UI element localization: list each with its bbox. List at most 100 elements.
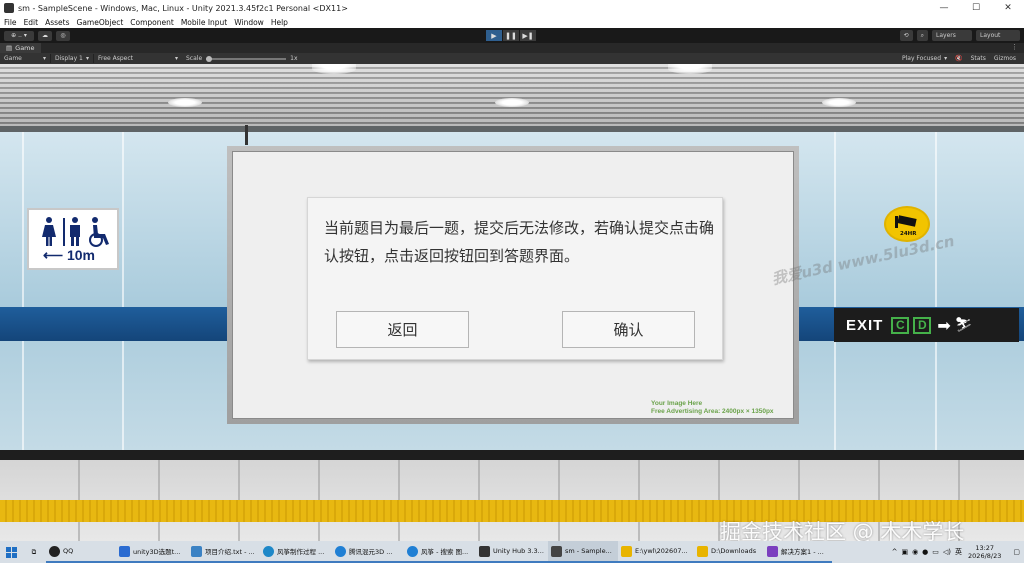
account-dropdown[interactable]: ⊕ .. ▾ (4, 30, 34, 41)
restroom-icon (42, 217, 109, 247)
taskbar-item-label: sm - Sample... (565, 547, 612, 555)
tray-app-icon[interactable]: ◉ (912, 548, 918, 556)
taskbar-item-unity-editor[interactable]: sm - Sample... (548, 541, 618, 563)
game-mode-dropdown[interactable]: Game ▾ (0, 55, 50, 62)
taskbar-item-edge-1[interactable]: 风筝制作过程 ... (260, 541, 332, 563)
display-dropdown[interactable]: Display 1 ▾ (51, 55, 93, 62)
edge-icon (335, 545, 346, 557)
aspect-value: Free Aspect (98, 55, 134, 62)
taskbar-item-unity-hub[interactable]: Unity Hub 3.3... (476, 541, 548, 563)
taskbar-item-label: 项目介绍.txt - ... (205, 548, 255, 556)
taskbar-item-edge-3[interactable]: 风筝 - 搜索 图... (404, 541, 476, 563)
ime-indicator[interactable]: 英 (955, 547, 962, 557)
menu-help[interactable]: Help (271, 18, 288, 27)
arrow-left-icon: ⟵ (43, 247, 64, 263)
download-folder-icon (697, 545, 708, 557)
menu-gameobject[interactable]: GameObject (77, 18, 124, 27)
scale-control: Scale 1x (182, 55, 302, 62)
tab-menu-icon[interactable]: ⋮ (1011, 43, 1018, 51)
taskbar-item-explorer-2[interactable]: D:\Downloads (694, 541, 764, 563)
gizmos-dropdown[interactable]: Gizmos (990, 55, 1020, 62)
taskbar-item-edge-2[interactable]: 腾讯混元3D ... (332, 541, 404, 563)
menu-window[interactable]: Window (234, 18, 264, 27)
network-icon[interactable]: ▭ (932, 548, 939, 556)
volume-icon[interactable]: ◁) (943, 548, 951, 556)
aspect-dropdown[interactable]: Free Aspect ▾ (94, 55, 182, 62)
chevron-down-icon: ▾ (85, 55, 89, 62)
notification-icon[interactable]: ▢ (1013, 548, 1020, 556)
system-tray: ^ ▣ ◉ ● ▭ ◁) 英 13:27 2026/8/23 ▢ (888, 541, 1024, 563)
minimize-button[interactable]: — (928, 0, 960, 16)
title-bar: sm - SampleScene - Windows, Mac, Linux -… (0, 0, 1024, 16)
display-value: Display 1 (55, 55, 83, 62)
clock[interactable]: 13:27 2026/8/23 (968, 544, 1001, 560)
ceiling-shade (0, 64, 1024, 126)
taskbar-item-word-doc[interactable]: unity3D选题t... (116, 541, 188, 563)
stats-button[interactable]: Stats (967, 55, 990, 62)
confirm-button[interactable]: 确认 (562, 311, 695, 348)
chevron-up-icon[interactable]: ^ (892, 548, 898, 556)
menu-component[interactable]: Component (130, 18, 174, 27)
task-view-button[interactable]: ⧉ (22, 541, 46, 563)
taskbar-item-visual-studio[interactable]: 解决方案1 - ... (764, 541, 832, 563)
pause-button[interactable]: ❚❚ (503, 30, 519, 41)
maximize-button[interactable]: ☐ (960, 0, 992, 16)
taskbar-item-notepad[interactable]: 项目介绍.txt - ... (188, 541, 260, 563)
folder-icon (621, 545, 632, 557)
wall-seam (122, 132, 124, 450)
back-button[interactable]: 返回 (336, 311, 469, 348)
restroom-distance: ⟵ 10m (43, 247, 95, 264)
step-button[interactable]: ▶❚ (520, 30, 536, 41)
clock-date: 2026/8/23 (968, 552, 1002, 560)
menu-mobile-input[interactable]: Mobile Input (181, 18, 227, 27)
close-button[interactable]: ✕ (992, 0, 1024, 16)
restroom-sign: ⟵ 10m (27, 208, 119, 270)
chevron-down-icon: ▾ (42, 55, 46, 62)
play-focused-dropdown[interactable]: Play Focused ▾ (898, 55, 951, 62)
tray-app-icon[interactable]: ▣ (901, 548, 908, 556)
play-controls: ▶ ❚❚ ▶❚ (486, 30, 537, 41)
history-icon[interactable]: ⟲ (899, 30, 913, 41)
ad-line-2: Free Advertising Area: 2400px × 1350px (651, 408, 774, 415)
unity-logo-icon (4, 3, 14, 13)
taskbar-item-qq[interactable]: QQ (46, 541, 116, 563)
notepad-icon (191, 545, 202, 557)
wall-seam (935, 132, 937, 450)
tab-game[interactable]: ▤ Game (0, 43, 41, 53)
chevron-down-icon: ▾ (174, 55, 178, 62)
window-title: sm - SampleScene - Windows, Mac, Linux -… (18, 3, 348, 13)
game-view[interactable]: ⟵ 10m 24HR EXIT C D ➡ ⛷ Your Image Here … (0, 64, 1024, 541)
juejin-watermark: 掘金技术社区 @ 木木学长 (720, 520, 965, 541)
ceiling-lamp (495, 98, 529, 107)
game-tab-bar: ▤ Game ⋮ (0, 43, 1024, 53)
taskbar-item-label: Unity Hub 3.3... (493, 547, 544, 555)
menu-edit[interactable]: Edit (24, 18, 39, 27)
play-button[interactable]: ▶ (486, 30, 502, 41)
layout-dropdown[interactable]: Layout (976, 30, 1020, 41)
edge-icon (263, 545, 274, 557)
exit-letter-c: C (891, 316, 910, 334)
menu-assets[interactable]: Assets (45, 18, 69, 27)
exit-letter-d: D (913, 316, 932, 334)
game-view-toolbar: Game ▾ Display 1 ▾ Free Aspect ▾ Scale 1… (0, 53, 1024, 64)
start-button[interactable] (0, 541, 22, 563)
taskbar-item-explorer-1[interactable]: E:\ywl\202607... (618, 541, 694, 563)
wall-seam (834, 132, 836, 450)
floor-beam (0, 450, 1024, 460)
tray-app-icon[interactable]: ● (922, 548, 928, 556)
ceiling-light (312, 64, 356, 74)
scale-slider[interactable] (206, 55, 287, 62)
search-icon[interactable]: ⌕ (916, 30, 928, 41)
cloud-icon[interactable]: ☁ (38, 30, 52, 41)
word-icon (119, 545, 130, 557)
chevron-down-icon: ▾ (944, 55, 948, 62)
menu-file[interactable]: File (4, 18, 17, 27)
taskbar-item-label: 风筝制作过程 ... (277, 548, 325, 556)
unity-icon (551, 545, 562, 557)
layers-dropdown[interactable]: Layers (932, 30, 972, 41)
submit-confirm-dialog: 当前题目为最后一题，提交后无法修改，若确认提交点击确认按钮，点击返回按钮回到答题… (307, 197, 723, 360)
collab-icon[interactable]: ◎ (56, 30, 70, 41)
scale-slider-handle[interactable] (206, 55, 213, 62)
mute-audio-icon[interactable]: 🔇 (951, 55, 966, 62)
cctv-camera-icon (895, 215, 917, 228)
